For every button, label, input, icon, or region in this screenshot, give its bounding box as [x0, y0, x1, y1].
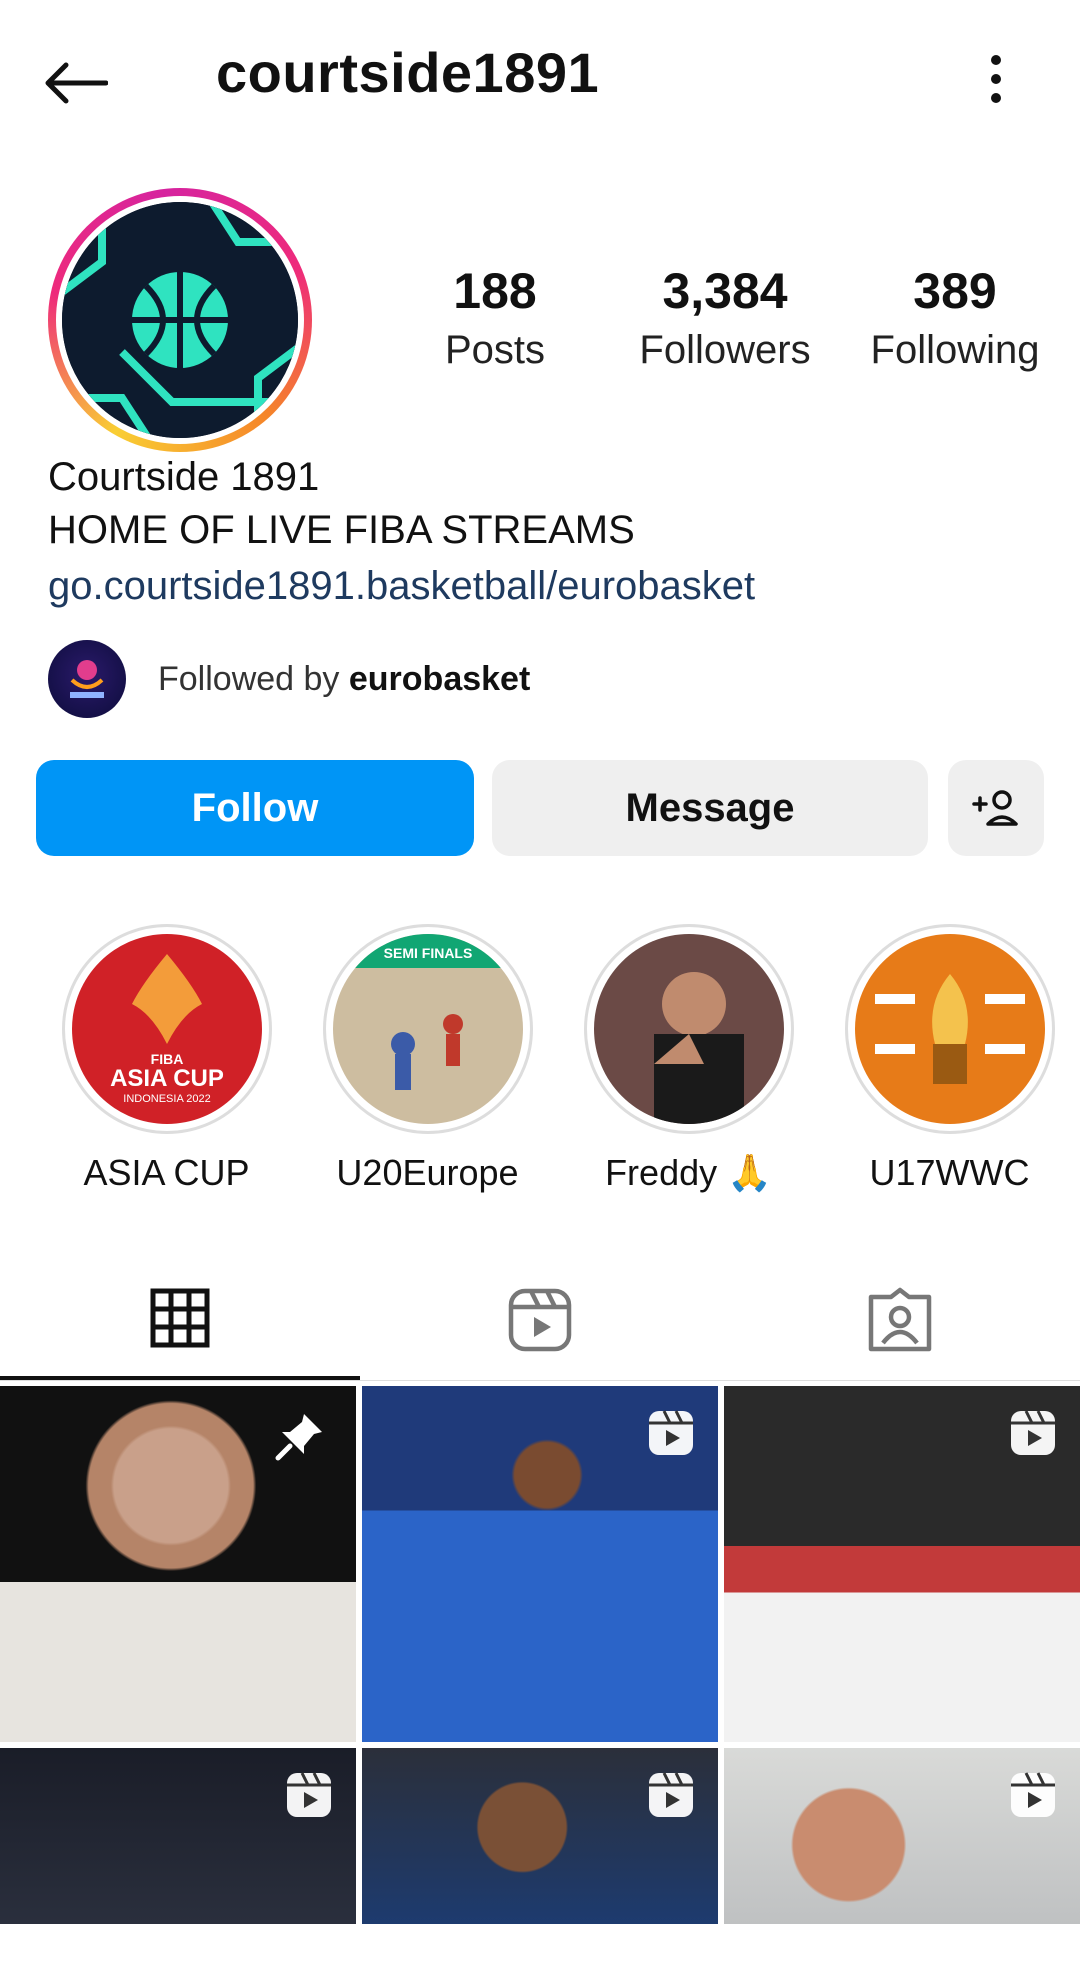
profile-bio: Courtside 1891 HOME OF LIVE FIBA STREAMS… [48, 452, 1048, 614]
add-person-icon [972, 790, 1018, 826]
stat-value: 188 [453, 263, 537, 319]
highlight-item[interactable]: Freddy 🙏 [558, 924, 819, 1194]
highlight-cover-freddy [593, 934, 784, 1124]
reel-icon [649, 1410, 693, 1455]
post-thumbnail[interactable] [724, 1386, 1080, 1742]
stat-following[interactable]: 389 Following [840, 262, 1070, 373]
top-bar: courtside1891 [0, 0, 1080, 160]
profile-username: courtside1891 [216, 41, 600, 104]
post-thumbnail[interactable] [0, 1748, 356, 1924]
highlight-label: U17WWC [869, 1152, 1030, 1193]
suggested-users-button[interactable] [948, 760, 1044, 856]
stat-label: Posts [444, 328, 546, 372]
asia-cup-title-text: ASIA CUP [110, 1065, 224, 1092]
followed-by-text: Followed by eurobasket [158, 660, 530, 699]
highlight-cover-asia-cup: FIBA ASIA CUP INDONESIA 2022 [71, 934, 262, 1124]
basketball-logo-icon [62, 202, 298, 438]
highlight-cover-u17wwc [854, 934, 1045, 1124]
stat-value: 389 [913, 263, 997, 319]
post-thumbnail[interactable] [362, 1748, 718, 1924]
post-thumbnail[interactable] [724, 1748, 1080, 1924]
reels-icon [508, 1288, 572, 1352]
message-button[interactable]: Message [492, 760, 928, 856]
reel-icon [287, 1772, 331, 1817]
tagged-icon [868, 1287, 932, 1352]
stat-label: Followers [639, 328, 811, 372]
highlight-label: U20Europe [336, 1152, 519, 1193]
followed-by-prefix: Followed by [158, 659, 340, 698]
grid-icon [150, 1288, 210, 1348]
story-highlights: FIBA ASIA CUP INDONESIA 2022 ASIA CUP SE… [36, 924, 1080, 1194]
content-tabs [0, 1260, 1080, 1381]
bio-link[interactable]: go.courtside1891.basketball/eurobasket [48, 558, 1048, 614]
highlight-label: ASIA CUP [83, 1152, 250, 1193]
follower-avatar [48, 640, 126, 718]
stat-label: Following [870, 328, 1040, 372]
tab-posts[interactable] [0, 1260, 360, 1380]
profile-stats: 188 Posts 3,384 Followers 389 Following [380, 262, 1080, 373]
stat-posts[interactable]: 188 Posts [380, 262, 610, 373]
profile-avatar [62, 202, 298, 438]
reel-icon [649, 1772, 693, 1817]
profile-actions: Follow Message [36, 760, 1044, 856]
u20-banner-text: SEMI FINALS [383, 945, 472, 961]
reel-icon [1011, 1772, 1055, 1817]
posts-grid [0, 1386, 1080, 1924]
more-options-button[interactable] [986, 54, 1006, 104]
followed-by-row[interactable]: Followed by eurobasket [48, 640, 530, 718]
tab-reels[interactable] [360, 1260, 720, 1380]
eurobasket-logo-icon [70, 660, 104, 698]
bio-text: HOME OF LIVE FIBA STREAMS [48, 508, 635, 552]
post-thumbnail[interactable] [0, 1386, 356, 1742]
more-vertical-icon [991, 55, 1001, 103]
asia-cup-subtitle-text: INDONESIA 2022 [123, 1093, 210, 1105]
stat-value: 3,384 [662, 263, 788, 319]
reel-icon [1011, 1410, 1055, 1455]
arrow-left-icon [45, 62, 108, 104]
highlight-cover-u20europe: SEMI FINALS [332, 934, 523, 1124]
highlight-item[interactable]: SEMI FINALS U20Europe [297, 924, 558, 1194]
highlight-item[interactable]: FIBA ASIA CUP INDONESIA 2022 ASIA CUP [36, 924, 297, 1194]
post-thumbnail[interactable] [362, 1386, 718, 1742]
followed-by-user: eurobasket [348, 659, 531, 698]
highlight-label: Freddy 🙏 [605, 1152, 772, 1193]
pin-icon [275, 1414, 322, 1461]
profile-avatar-ring[interactable] [48, 188, 312, 452]
tab-tagged[interactable] [720, 1260, 1080, 1380]
highlight-item[interactable]: U17WWC [819, 924, 1080, 1194]
back-button[interactable] [42, 48, 122, 118]
display-name: Courtside 1891 [48, 455, 320, 499]
stat-followers[interactable]: 3,384 Followers [610, 262, 840, 373]
follow-button[interactable]: Follow [36, 760, 474, 856]
